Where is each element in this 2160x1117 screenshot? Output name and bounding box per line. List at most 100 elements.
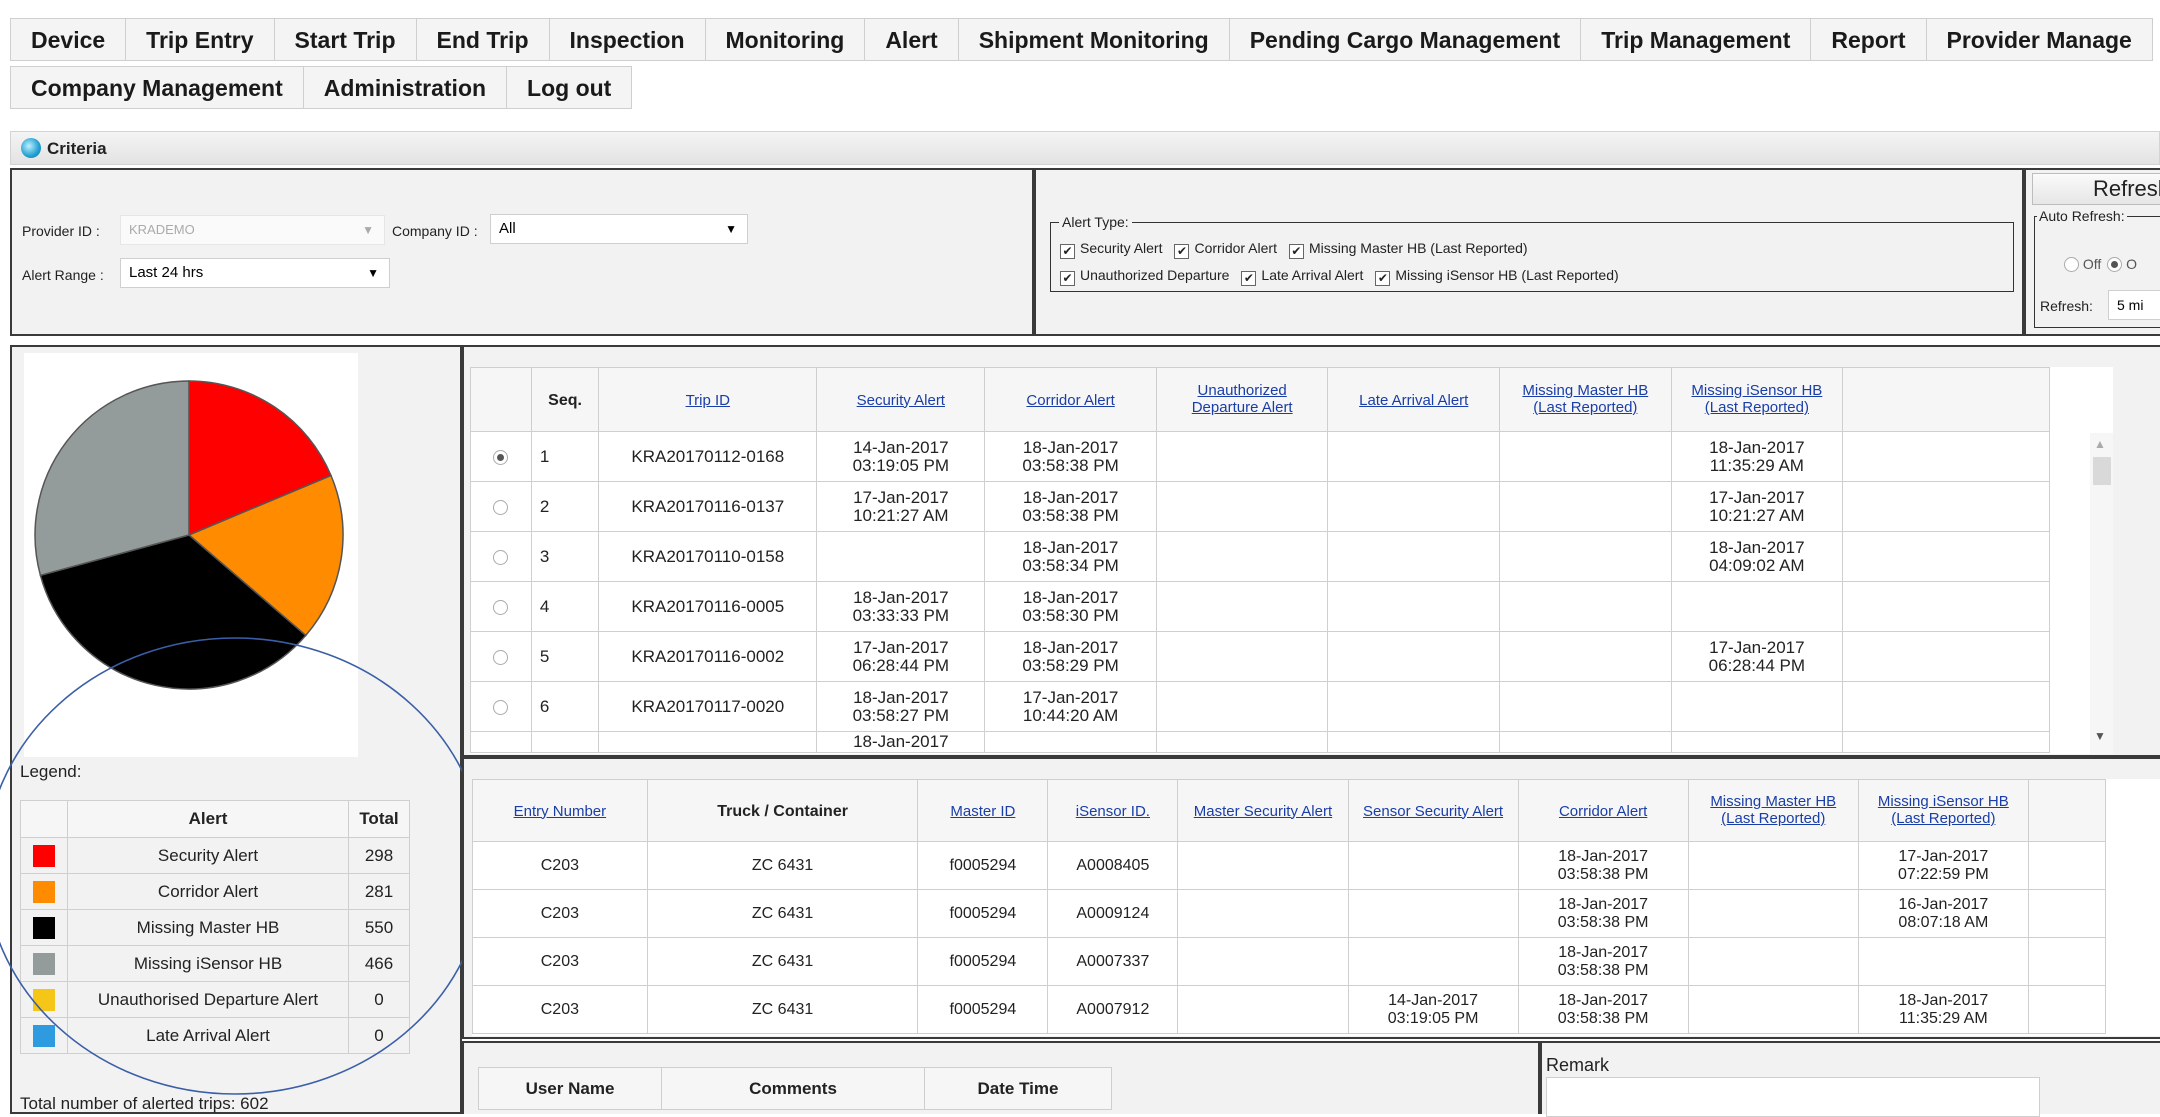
trips-col-trip-id[interactable]: Trip ID — [598, 367, 818, 432]
entry-filler-cell — [2027, 889, 2107, 938]
alert-type-row-2: ✔ Unauthorized Departure ✔ Late Arrival Ale… — [1060, 267, 1631, 286]
criteria-toggle-icon[interactable] — [21, 138, 41, 158]
trip-row-radio-cell[interactable] — [470, 431, 532, 482]
nav-end-trip[interactable]: End Trip — [415, 18, 550, 61]
auto-refresh-legend: Auto Refresh: — [2039, 208, 2125, 224]
entry-ssec: 14-Jan-2017 03:19:05 PM — [1347, 985, 1519, 1034]
checkbox-checked-icon[interactable]: ✔ — [1241, 271, 1257, 286]
nav-shipment-monitoring[interactable]: Shipment Monitoring — [957, 18, 1230, 61]
trip-row-radio-cell[interactable] — [470, 631, 532, 682]
legend-row: Late Arrival Alert 0 — [20, 1017, 410, 1054]
trip-row[interactable]: 5 KRA20170116-0002 17-Jan-2017 06:28:44 PM 1… — [470, 631, 2050, 682]
nav-start-trip[interactable]: Start Trip — [273, 18, 417, 61]
trip-row-radio-cell[interactable] — [470, 481, 532, 532]
trip-select-radio[interactable] — [493, 599, 509, 615]
provider-select[interactable]: KRADEMO ▼ — [120, 215, 385, 245]
trip-row[interactable]: 3 KRA20170110-0158 18-Jan-2017 03:58:34 PM 1… — [470, 531, 2050, 582]
trip-isensor — [1670, 681, 1844, 732]
entries-col-master-security-alert[interactable]: Master Security Alert — [1177, 779, 1349, 842]
scroll-thumb[interactable] — [2093, 457, 2111, 485]
scroll-up-icon[interactable]: ▲ — [2094, 437, 2106, 451]
chevron-down-icon: ▼ — [362, 223, 374, 237]
entries-col-label: Master ID — [950, 802, 1016, 820]
trips-col-late-arrival-alert[interactable]: Late Arrival Alert — [1327, 367, 1501, 432]
entries-col-sensor-security-alert[interactable]: Sensor Security Alert — [1347, 779, 1519, 842]
alert-type-missing-isensor-hb-last-reported[interactable]: ✔ Missing iSensor HB (Last Reported) — [1375, 267, 1619, 286]
trip-select-radio[interactable] — [493, 499, 509, 515]
trip-row-radio-cell[interactable] — [470, 681, 532, 732]
trips-col-missing-isensor-hb[interactable]: Missing iSensor HB (Last Reported) — [1670, 367, 1844, 432]
remark-textarea[interactable] — [1546, 1077, 2040, 1117]
refresh-interval-select[interactable]: 5 mi — [2108, 290, 2160, 320]
refresh-interval-label: Refresh: — [2040, 298, 2093, 314]
nav-inspection[interactable]: Inspection — [548, 18, 706, 61]
entry-filler-cell — [2027, 985, 2107, 1034]
nav-alert[interactable]: Alert — [864, 18, 959, 61]
refresh-button[interactable]: Refresh — [2032, 173, 2160, 205]
trip-row[interactable]: 2 KRA20170116-0137 17-Jan-2017 10:21:27 AM 1… — [470, 481, 2050, 532]
nav-administration[interactable]: Administration — [302, 66, 508, 109]
trips-col-missing-master-hb[interactable]: Missing Master HB (Last Reported) — [1499, 367, 1672, 432]
trips-col-label: Security Alert — [856, 391, 945, 409]
nav-monitoring[interactable]: Monitoring — [704, 18, 866, 61]
trip-select-radio[interactable] — [493, 549, 509, 565]
checkbox-checked-icon[interactable]: ✔ — [1288, 244, 1304, 259]
trip-row-radio-cell[interactable] — [470, 581, 532, 632]
entry-master: f0005294 — [917, 985, 1049, 1034]
entry-row[interactable]: C203 ZC 6431 f0005294 A0008405 18-Jan-2017 03… — [472, 841, 2107, 890]
entries-col-missing-isensor-hb[interactable]: Missing iSensor HB (Last Reported) — [1857, 779, 2029, 842]
checkbox-checked-icon[interactable]: ✔ — [1060, 244, 1075, 259]
entries-col-entry-number[interactable]: Entry Number — [472, 779, 648, 842]
entry-mhb — [1687, 937, 1859, 986]
entry-row[interactable]: C203 ZC 6431 f0005294 A0007337 18-Jan-2017 03… — [472, 937, 2107, 986]
nav-pending-cargo-management[interactable]: Pending Cargo Management — [1228, 18, 1582, 61]
entries-col-isensor-id[interactable]: iSensor ID. — [1047, 779, 1179, 842]
entry-row[interactable]: C203 ZC 6431 f0005294 A0009124 18-Jan-2017 03… — [472, 889, 2107, 938]
entries-col-corridor-alert[interactable]: Corridor Alert — [1517, 779, 1689, 842]
auto-refresh-off-radio[interactable] — [2064, 257, 2079, 272]
trip-partial-cell — [598, 731, 818, 753]
nav-trip-entry[interactable]: Trip Entry — [125, 18, 275, 61]
provider-select-value: KRADEMO — [129, 222, 195, 237]
trips-col-corridor-alert[interactable]: Corridor Alert — [984, 367, 1157, 432]
entries-col-master-id[interactable]: Master ID — [917, 779, 1049, 842]
trip-row[interactable]: 6 KRA20170117-0020 18-Jan-2017 03:58:27 PM 1… — [470, 681, 2050, 732]
entries-col-missing-master-hb[interactable]: Missing Master HB (Last Reported) — [1687, 779, 1859, 842]
company-select[interactable]: All ▼ — [490, 214, 748, 244]
trip-row[interactable]: 1 KRA20170112-0168 14-Jan-2017 03:19:05 PM 1… — [470, 431, 2050, 482]
entry-truck: ZC 6431 — [646, 937, 919, 986]
auto-refresh-on-radio[interactable] — [2107, 257, 2123, 272]
trips-scrollbar[interactable]: ▲ ▼ — [2090, 433, 2113, 754]
nav-provider-manage[interactable]: Provider Manage — [1925, 18, 2153, 61]
alert-type-unauthorized-departure[interactable]: ✔ Unauthorized Departure — [1060, 267, 1229, 286]
nav-company-management[interactable]: Company Management — [10, 66, 304, 109]
trip-select-radio[interactable] — [493, 649, 509, 665]
nav-report[interactable]: Report — [1810, 18, 1927, 61]
checkbox-checked-icon[interactable]: ✔ — [1174, 244, 1190, 259]
comments-header-row: User Name Comments Date Time — [478, 1067, 1112, 1110]
checkbox-checked-icon[interactable]: ✔ — [1375, 271, 1391, 286]
trips-col-unauthorized-departure-alert[interactable]: Unauthorized Departure Alert — [1155, 367, 1329, 432]
alert-type-missing-master-hb-last-reported[interactable]: ✔ Missing Master HB (Last Reported) — [1288, 240, 1528, 259]
nav-trip-management[interactable]: Trip Management — [1580, 18, 1812, 61]
nav-device[interactable]: Device — [10, 18, 127, 61]
refresh-panel: Refresh Auto Refresh: Off O Refresh: 5 m… — [2024, 168, 2160, 336]
trip-row[interactable]: 4 KRA20170116-0005 18-Jan-2017 03:33:33 PM 1… — [470, 581, 2050, 632]
trip-select-radio[interactable] — [493, 699, 509, 715]
legend-alert-name: Late Arrival Alert — [67, 1017, 349, 1054]
alert-range-select[interactable]: Last 24 hrs ▼ — [120, 258, 390, 288]
trips-col-security-alert[interactable]: Security Alert — [816, 367, 986, 432]
alert-type-panel: Alert Type: ✔ Security Alert ✔ Corridor Ale… — [1034, 168, 2024, 336]
auto-refresh-off-label: Off — [2082, 256, 2102, 272]
nav-log-out[interactable]: Log out — [506, 66, 633, 109]
trip-filler-cell — [1842, 631, 2050, 682]
criteria-header[interactable]: Criteria — [10, 131, 2160, 165]
alert-type-corridor-alert[interactable]: ✔ Corridor Alert — [1174, 240, 1277, 259]
trip-row-radio-cell[interactable] — [470, 531, 532, 582]
alert-type-security-alert[interactable]: ✔ Security Alert — [1060, 240, 1162, 259]
trip-select-radio[interactable] — [493, 449, 509, 465]
checkbox-checked-icon[interactable]: ✔ — [1060, 271, 1075, 286]
alert-type-late-arrival-alert[interactable]: ✔ Late Arrival Alert — [1241, 267, 1363, 286]
entry-row[interactable]: C203 ZC 6431 f0005294 A0007912 14-Jan-2017 03… — [472, 985, 2107, 1034]
scroll-down-icon[interactable]: ▼ — [2094, 729, 2106, 743]
